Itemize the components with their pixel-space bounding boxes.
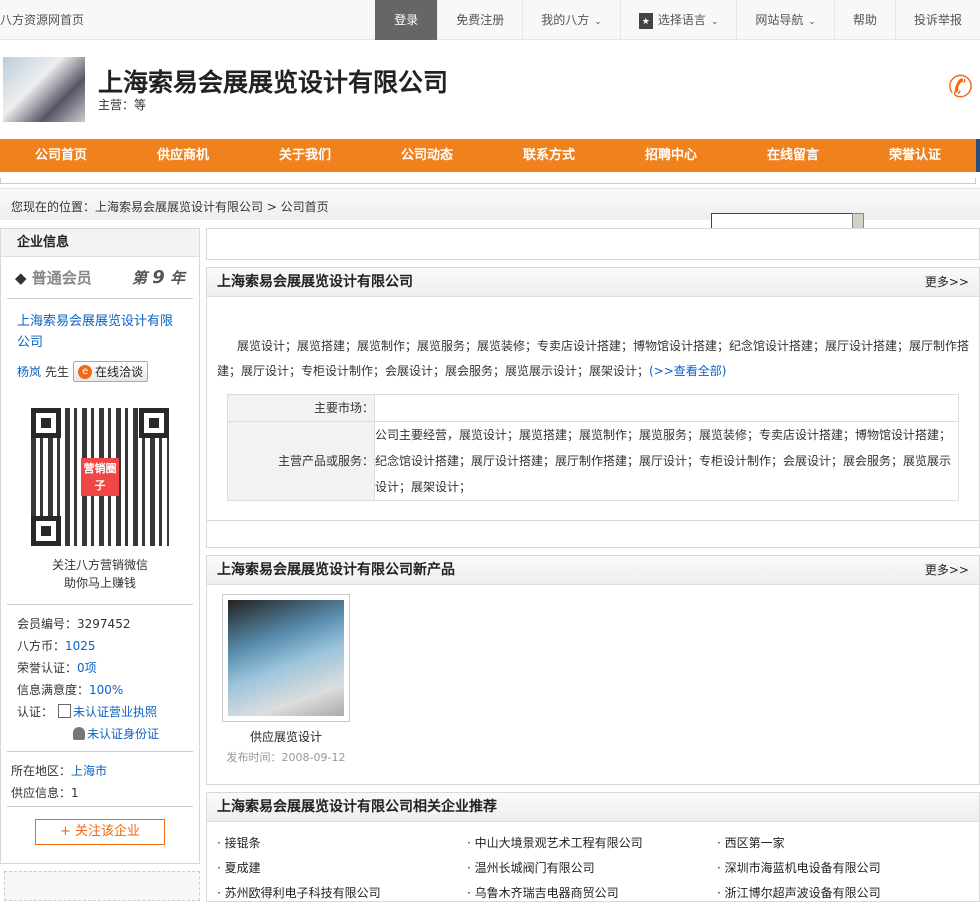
- company-intro: 上海索易会展展览设计有限公司 更多>> 展览设计；展览搭建；展览制作；展览服务；展…: [206, 267, 980, 521]
- chevron-down-icon: ⌄: [594, 17, 602, 27]
- nav-supply[interactable]: 供应商机: [122, 139, 244, 172]
- related-company-link[interactable]: · 接锟条: [217, 834, 467, 851]
- related-company-link[interactable]: · 西区第一家: [717, 834, 967, 851]
- top-bar: 八方资源网首页 登录 免费注册 我的八方 ⌄ ★ 选择语言 ⌄ 网站导航 ⌄ 帮助 投诉…: [0, 0, 980, 40]
- company-details-table: 主要市场： 主营产品或服务： 公司主要经营，展览设计；展览搭建；展览制作；展览服务…: [227, 394, 959, 501]
- wechat-qr-code: 营销圈子: [31, 408, 169, 546]
- report-link[interactable]: 投诉举报: [894, 0, 980, 40]
- register-link[interactable]: 免费注册: [437, 0, 522, 40]
- related-company-link[interactable]: · 中山大境景观艺术工程有限公司: [467, 834, 717, 851]
- help-link[interactable]: 帮助: [833, 0, 895, 40]
- top-nav: 登录 免费注册 我的八方 ⌄ ★ 选择语言 ⌄ 网站导航 ⌄ 帮助 投诉举报: [375, 0, 980, 40]
- company-name: 上海索易会展展览设计有限公司: [98, 68, 449, 97]
- nav-about[interactable]: 关于我们: [244, 139, 366, 172]
- site-home-link[interactable]: 八方资源网首页: [0, 11, 84, 28]
- nav-home[interactable]: 公司首页: [0, 139, 122, 172]
- contact-name[interactable]: 杨岚: [17, 363, 41, 380]
- member-years: 第 9 年: [131, 267, 185, 288]
- user-icon: [73, 727, 85, 740]
- diamond-icon: ◆: [15, 269, 27, 287]
- language-icon: ★: [638, 12, 653, 29]
- related-company-link[interactable]: · 夏成建: [217, 859, 467, 876]
- online-chat-button[interactable]: e 在线洽谈: [73, 361, 149, 382]
- side-box: [4, 871, 200, 901]
- language-menu[interactable]: ★ 选择语言 ⌄: [619, 0, 737, 40]
- company-main-business: 主营：等: [98, 98, 147, 112]
- phone-icon: ✆: [948, 70, 974, 105]
- nav-jobs[interactable]: 招聘中心: [610, 139, 732, 172]
- related-company-link[interactable]: · 温州长城阀门有限公司: [467, 859, 717, 876]
- main-nav: 公司首页 供应商机 关于我们 公司动态 联系方式 招聘中心 在线留言 荣誉认证: [0, 139, 980, 172]
- nav-contact[interactable]: 联系方式: [488, 139, 610, 172]
- membership: ◆ 普通会员 第 9 年: [7, 257, 193, 299]
- region-link[interactable]: 上海市: [71, 764, 107, 778]
- license-icon: [58, 704, 72, 718]
- related-company-link[interactable]: · 苏州欧得利电子科技有限公司: [217, 884, 467, 901]
- empty-box: [206, 228, 980, 260]
- related-company-link[interactable]: · 乌鲁木齐瑞吉电器商贸公司: [467, 884, 717, 901]
- company-info-panel: 企业信息 ◆ 普通会员 第 9 年 上海索易会展展览设计有限公司 杨岚 先生 e在…: [0, 228, 200, 864]
- panel-title: 企业信息: [1, 229, 199, 257]
- license-link[interactable]: 未认证营业执照: [73, 705, 157, 719]
- table-row: 主要市场：: [227, 394, 959, 422]
- nav-message[interactable]: 在线留言: [732, 139, 854, 172]
- related-companies: 上海索易会展展览设计有限公司相关企业推荐 · 接锟条 · 中山大境景观艺术工程有…: [206, 792, 980, 902]
- nav-news[interactable]: 公司动态: [366, 139, 488, 172]
- product-card[interactable]: 供应展览设计 发布时间：2008-09-12: [222, 594, 350, 765]
- related-company-link[interactable]: · 浙江博尔超声波设备有限公司: [717, 884, 967, 901]
- chevron-down-icon: ⌄: [710, 17, 719, 27]
- empty-box: [206, 520, 980, 548]
- view-all-link[interactable]: (>>查看全部): [649, 364, 726, 378]
- chat-icon: e: [78, 364, 93, 379]
- table-row: 主营产品或服务： 公司主要经营，展览设计；展览搭建；展览制作；展览服务；展览装修；…: [227, 421, 959, 501]
- nav-honor[interactable]: 荣誉认证: [854, 139, 976, 172]
- company-stats: 会员编号：3297452 八方币：1025 荣誉认证：0项 信息满意度：100%…: [7, 605, 193, 752]
- company-logo: [3, 57, 85, 122]
- new-products: 上海索易会展展览设计有限公司新产品 更多>> 供应展览设计 发布时间：2008-0…: [206, 555, 980, 785]
- site-nav-menu[interactable]: 网站导航 ⌄: [736, 0, 834, 40]
- divider: [0, 178, 976, 184]
- identity-link[interactable]: 未认证身份证: [87, 727, 159, 741]
- product-image[interactable]: [222, 594, 350, 722]
- more-link[interactable]: 更多>>: [925, 556, 969, 585]
- related-company-link[interactable]: · 深圳市海蓝机电设备有限公司: [717, 859, 967, 876]
- more-link[interactable]: 更多>>: [925, 268, 969, 297]
- follow-company-button[interactable]: + 关注该企业: [35, 819, 165, 845]
- company-link[interactable]: 上海索易会展展览设计有限公司: [17, 314, 173, 350]
- login-link[interactable]: 登录: [375, 0, 438, 40]
- my-bafang-menu[interactable]: 我的八方 ⌄: [522, 0, 620, 40]
- chevron-down-icon: ⌄: [808, 17, 816, 27]
